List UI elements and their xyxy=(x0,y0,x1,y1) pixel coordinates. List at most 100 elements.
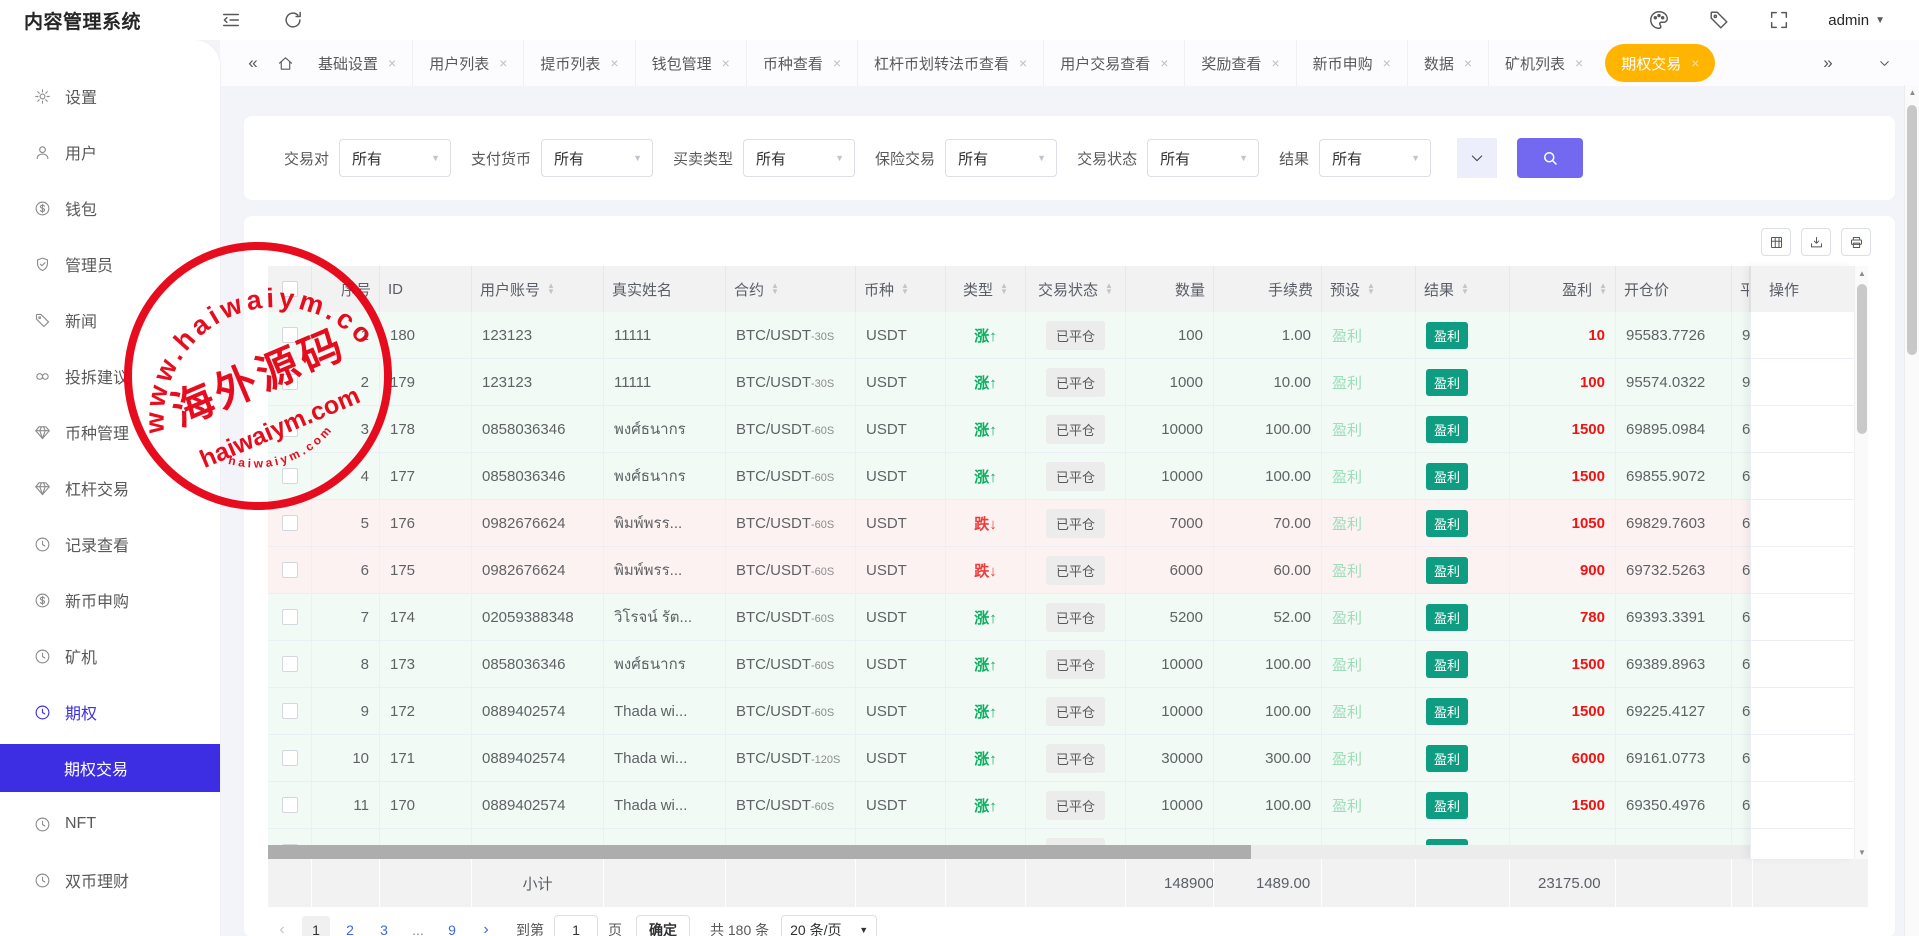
sort-icon[interactable]: ▲▼ xyxy=(1105,283,1113,295)
horizontal-scrollbar[interactable]: ▶ xyxy=(268,845,1854,859)
sidebar-subitem-期权交易[interactable]: 期权交易 xyxy=(0,744,220,792)
close-icon[interactable]: × xyxy=(833,55,841,71)
page-scrollbar[interactable]: ▲ xyxy=(1904,85,1919,936)
sidebar-item-14[interactable]: 双币理财 xyxy=(0,852,220,908)
column-header-币种[interactable]: 币种▲▼ xyxy=(856,266,946,312)
tabs-scroll-right-button[interactable]: » xyxy=(1813,48,1843,78)
scroll-down-arrow-icon[interactable]: ▼ xyxy=(1855,845,1869,859)
expand-filters-button[interactable] xyxy=(1457,138,1497,178)
action-cell[interactable] xyxy=(1750,312,1854,359)
column-header-合约[interactable]: 合约▲▼ xyxy=(726,266,856,312)
columns-grid-button[interactable] xyxy=(1761,228,1791,256)
row-checkbox[interactable] xyxy=(282,562,298,578)
row-checkbox[interactable] xyxy=(282,703,298,719)
page-button-9[interactable]: 9 xyxy=(438,916,466,936)
close-icon[interactable]: × xyxy=(1691,55,1699,71)
tab-基础设置[interactable]: 基础设置× xyxy=(302,40,412,86)
tab-期权交易[interactable]: 期权交易× xyxy=(1605,44,1715,82)
tab-钱包管理[interactable]: 钱包管理× xyxy=(635,40,746,86)
tag-icon[interactable] xyxy=(1708,9,1730,31)
action-cell[interactable] xyxy=(1750,547,1854,594)
action-cell[interactable] xyxy=(1750,453,1854,500)
close-icon[interactable]: × xyxy=(388,55,396,71)
close-icon[interactable]: × xyxy=(1019,55,1027,71)
sidebar-item-9[interactable]: 记录查看 xyxy=(0,516,220,572)
row-checkbox[interactable] xyxy=(282,609,298,625)
tab-数据[interactable]: 数据× xyxy=(1407,40,1488,86)
close-icon[interactable]: × xyxy=(1160,55,1168,71)
filter-select-交易对[interactable]: 所有▼ xyxy=(339,139,451,177)
row-checkbox[interactable] xyxy=(282,327,298,343)
row-checkbox[interactable] xyxy=(282,468,298,484)
filter-select-结果[interactable]: 所有▼ xyxy=(1319,139,1431,177)
column-header-预设[interactable]: 预设▲▼ xyxy=(1322,266,1416,312)
scroll-up-arrow-icon[interactable]: ▲ xyxy=(1855,266,1869,280)
next-page-button[interactable]: › xyxy=(472,916,500,936)
sort-icon[interactable]: ▲▼ xyxy=(901,283,909,295)
prev-page-button[interactable]: ‹ xyxy=(268,916,296,936)
export-download-button[interactable] xyxy=(1801,228,1831,256)
action-cell[interactable] xyxy=(1750,688,1854,735)
page-button-2[interactable]: 2 xyxy=(336,916,364,936)
row-checkbox[interactable] xyxy=(282,515,298,531)
sidebar-item-1[interactable]: 设置 xyxy=(0,68,220,124)
row-checkbox[interactable] xyxy=(282,421,298,437)
admin-menu[interactable]: admin ▼ xyxy=(1828,12,1885,29)
column-header-用户账号[interactable]: 用户账号▲▼ xyxy=(472,266,604,312)
goto-page-input[interactable]: 1 xyxy=(554,915,598,936)
page-size-select[interactable]: 20 条/页▼ xyxy=(781,915,877,936)
tabs-scroll-left-button[interactable]: « xyxy=(238,48,268,78)
refresh-icon[interactable] xyxy=(282,9,304,31)
sidebar-item-3[interactable]: 钱包 xyxy=(0,180,220,236)
column-header-盈利[interactable]: 盈利▲▼ xyxy=(1510,266,1616,312)
select-all-checkbox[interactable] xyxy=(282,281,298,297)
theme-palette-icon[interactable] xyxy=(1648,9,1670,31)
horizontal-scrollbar-thumb[interactable] xyxy=(268,845,1251,859)
print-button[interactable] xyxy=(1841,228,1871,256)
table-vertical-scrollbar[interactable]: ▲▼ xyxy=(1854,266,1868,859)
sort-icon[interactable]: ▲▼ xyxy=(771,283,779,295)
action-cell[interactable] xyxy=(1750,594,1854,641)
action-cell[interactable] xyxy=(1750,829,1854,859)
sidebar-item-2[interactable]: 用户 xyxy=(0,124,220,180)
sidebar-item-13[interactable]: NFT xyxy=(0,796,220,852)
sidebar-item-4[interactable]: 管理员 xyxy=(0,236,220,292)
close-icon[interactable]: × xyxy=(1575,55,1583,71)
sort-icon[interactable]: ▲▼ xyxy=(1000,283,1008,295)
tab-奖励查看[interactable]: 奖励查看× xyxy=(1184,40,1295,86)
action-cell[interactable] xyxy=(1750,359,1854,406)
tabs-menu-button[interactable] xyxy=(1869,48,1899,78)
tab-提币列表[interactable]: 提币列表× xyxy=(523,40,634,86)
column-header-类型[interactable]: 类型▲▼ xyxy=(946,266,1026,312)
home-tab-button[interactable] xyxy=(268,48,302,78)
filter-select-支付货币[interactable]: 所有▼ xyxy=(541,139,653,177)
action-cell[interactable] xyxy=(1750,782,1854,829)
sort-icon[interactable]: ▲▼ xyxy=(1461,283,1469,295)
sidebar-item-12[interactable]: 期权 xyxy=(0,684,220,740)
sort-icon[interactable]: ▲▼ xyxy=(547,283,555,295)
filter-select-保险交易[interactable]: 所有▼ xyxy=(945,139,1057,177)
fullscreen-icon[interactable] xyxy=(1768,9,1790,31)
tab-杠杆币划转法币查看[interactable]: 杠杆币划转法币查看× xyxy=(857,40,1043,86)
row-checkbox[interactable] xyxy=(282,797,298,813)
tab-用户交易查看[interactable]: 用户交易查看× xyxy=(1043,40,1184,86)
scroll-up-arrow-icon[interactable]: ▲ xyxy=(1905,85,1919,100)
page-scrollbar-thumb[interactable] xyxy=(1907,105,1917,355)
filter-select-交易状态[interactable]: 所有▼ xyxy=(1147,139,1259,177)
row-checkbox[interactable] xyxy=(282,374,298,390)
column-header-结果[interactable]: 结果▲▼ xyxy=(1416,266,1510,312)
tab-用户列表[interactable]: 用户列表× xyxy=(412,40,523,86)
sort-icon[interactable]: ▲▼ xyxy=(1599,283,1607,295)
sidebar-item-8[interactable]: 杠杆交易 xyxy=(0,460,220,516)
collapse-sidebar-icon[interactable] xyxy=(220,9,242,31)
action-cell[interactable] xyxy=(1750,406,1854,453)
sidebar-item-7[interactable]: 币种管理 xyxy=(0,404,220,460)
row-checkbox[interactable] xyxy=(282,656,298,672)
sidebar-item-10[interactable]: 新币申购 xyxy=(0,572,220,628)
column-header-交易状态[interactable]: 交易状态▲▼ xyxy=(1026,266,1126,312)
sort-icon[interactable]: ▲▼ xyxy=(1367,283,1375,295)
tab-币种查看[interactable]: 币种查看× xyxy=(746,40,857,86)
page-button-3[interactable]: 3 xyxy=(370,916,398,936)
sidebar-item-6[interactable]: 投拆建议 xyxy=(0,348,220,404)
row-checkbox[interactable] xyxy=(282,750,298,766)
